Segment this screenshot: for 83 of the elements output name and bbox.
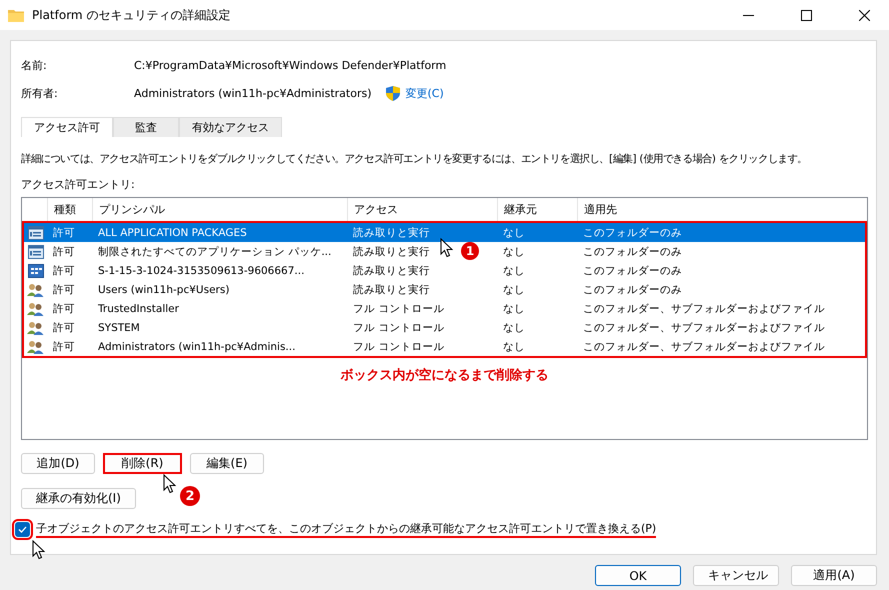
table-cell-text: SYSTEM [97, 320, 140, 336]
table-cell-text: ALL APPLICATION PACKAGES [97, 226, 247, 240]
column-header[interactable]: 継承元 [497, 198, 577, 221]
table-row[interactable]: 許可 Users (win11h-pc¥Users) 読み取りと実行 なし このフォルダーのみ [24, 280, 865, 299]
users-icon [27, 340, 44, 354]
name-label: 名前: [21, 58, 48, 72]
table-cell-text: このフォルダーのみ [582, 282, 682, 298]
close-icon [858, 10, 870, 20]
table-row[interactable]: 許可 Administrators (win11h-pc¥Adminis... フル コントロール なし このフォルダー、サブフォルダーおよびファイル [24, 337, 865, 356]
table-cell-text: 許可 [52, 302, 75, 316]
shield-icon [386, 86, 400, 100]
table-cell-text: このフォルダー、サブフォルダーおよびファイル [582, 302, 825, 316]
users-icon [27, 302, 44, 316]
table-cell-text: 読み取りと実行 [352, 264, 430, 278]
table-row[interactable]: 許可 ALL APPLICATION PACKAGES 読み取りと実行 なし このフォルダーのみ [24, 223, 865, 242]
table-cell-text: なし [502, 282, 525, 298]
table-cell-text: 許可 [52, 282, 75, 298]
owner-label: 所有者: [21, 86, 59, 100]
checkbox-label: 子オブジェクトのアクセス許可エントリすべてを、このオブジェクトからの継承可能なアクセス許可エントリで置き換える(P) [36, 521, 656, 538]
table-row[interactable]: 許可 TrustedInstaller フル コントロール なし このフォルダー、サブフォルダーおよびファイル [24, 299, 865, 318]
table-cell-text: 制限されたすべてのアプリケーション パッケ... [97, 244, 332, 260]
table-row[interactable]: 許可 S-1-15-3-1024-3153509613-9606667... 読み取りと実行 なし このフォルダーのみ [24, 261, 865, 280]
checkbox[interactable] [15, 522, 30, 537]
column-header[interactable]: アクセス [347, 198, 497, 221]
table-cell-text: 許可 [52, 244, 75, 260]
table-cell-text: このフォルダーのみ [582, 244, 682, 260]
table-cell-text: フル コントロール [352, 320, 444, 336]
entry-button[interactable]: 削除(R) [103, 453, 182, 474]
table-cell-text: このフォルダーのみ [582, 264, 682, 278]
dialog-button[interactable]: 適用(A) [791, 565, 877, 586]
owner-value: Administrators (win11h-pc¥Administrators) [134, 86, 372, 100]
enable-inheritance-button[interactable]: 継承の有効化(I) [21, 488, 136, 509]
table-cell-text: 許可 [52, 264, 75, 278]
users-icon [27, 320, 44, 334]
table-cell-text: 許可 [52, 320, 75, 336]
column-header[interactable]: 適用先 [577, 198, 867, 221]
table-cell-text: Users (win11h-pc¥Users) [97, 282, 230, 298]
dialog-button[interactable]: OK [595, 565, 681, 586]
table-cell-text: このフォルダー、サブフォルダーおよびファイル [582, 340, 825, 354]
table-cell-text: 読み取りと実行 [352, 226, 430, 240]
table-cell-text: 許可 [52, 226, 75, 240]
table-cell-text: このフォルダーのみ [582, 226, 682, 240]
table-cell-text: フル コントロール [352, 302, 444, 316]
table-cell-text: 読み取りと実行 [352, 244, 430, 260]
table-cell-text: なし [502, 264, 525, 278]
table-cell-text: なし [502, 244, 525, 260]
application-icon [28, 244, 44, 258]
column-header[interactable]: プリンシパル [92, 198, 347, 221]
table-cell-text: TrustedInstaller [97, 302, 179, 316]
check-icon [18, 526, 27, 533]
minimize-icon [742, 14, 754, 16]
table-cell-text: なし [502, 302, 525, 316]
users-icon [27, 282, 44, 296]
table-cell-text: Administrators (win11h-pc¥Adminis... [97, 340, 296, 354]
application-icon [28, 264, 44, 278]
maximize-icon [800, 10, 812, 20]
table-cell-text: なし [502, 226, 525, 240]
table-cell-text: 読み取りと実行 [352, 282, 430, 298]
table-cell-text: 許可 [52, 340, 75, 354]
tab[interactable]: アクセス許可 [21, 117, 113, 137]
entry-button[interactable]: 編集(E) [190, 453, 264, 474]
entries-label: アクセス許可エントリ: [21, 177, 136, 193]
folder-icon [8, 8, 24, 22]
tab[interactable]: 監査 [113, 117, 179, 137]
table-cell-text: なし [502, 320, 525, 336]
name-value: C:¥ProgramData¥Microsoft¥Windows Defender¥Platform [134, 58, 446, 72]
annotation-text: ボックス内が空になるまで削除する [340, 366, 548, 384]
cursor-icon [163, 474, 177, 494]
table-cell-text: このフォルダー、サブフォルダーおよびファイル [582, 320, 825, 336]
table-cell-text: S-1-15-3-1024-3153509613-9606667... [97, 264, 304, 278]
cursor-icon [440, 238, 454, 258]
column-header[interactable]: 種類 [47, 198, 92, 221]
table-row[interactable]: 許可 SYSTEM フル コントロール なし このフォルダー、サブフォルダーおよびファイル [24, 318, 865, 337]
table-cell-text: なし [502, 340, 525, 354]
step-badge: 1 [461, 242, 479, 260]
table-cell-text: フル コントロール [352, 340, 444, 354]
instructions-text: 詳細については、アクセス許可エントリをダブルクリックしてください。アクセス許可エントリを変更するには、エントリを選択し、[編集] (使用できる場合) をクリックします。 [21, 152, 808, 167]
tab[interactable]: 有効なアクセス [179, 117, 282, 137]
application-icon [28, 226, 44, 240]
entry-button[interactable]: 追加(D) [21, 453, 95, 474]
dialog-button[interactable]: キャンセル [693, 565, 779, 586]
change-owner-link[interactable]: 変更(C) [406, 86, 444, 100]
window-title: Platform のセキュリティの詳細設定 [32, 6, 232, 24]
